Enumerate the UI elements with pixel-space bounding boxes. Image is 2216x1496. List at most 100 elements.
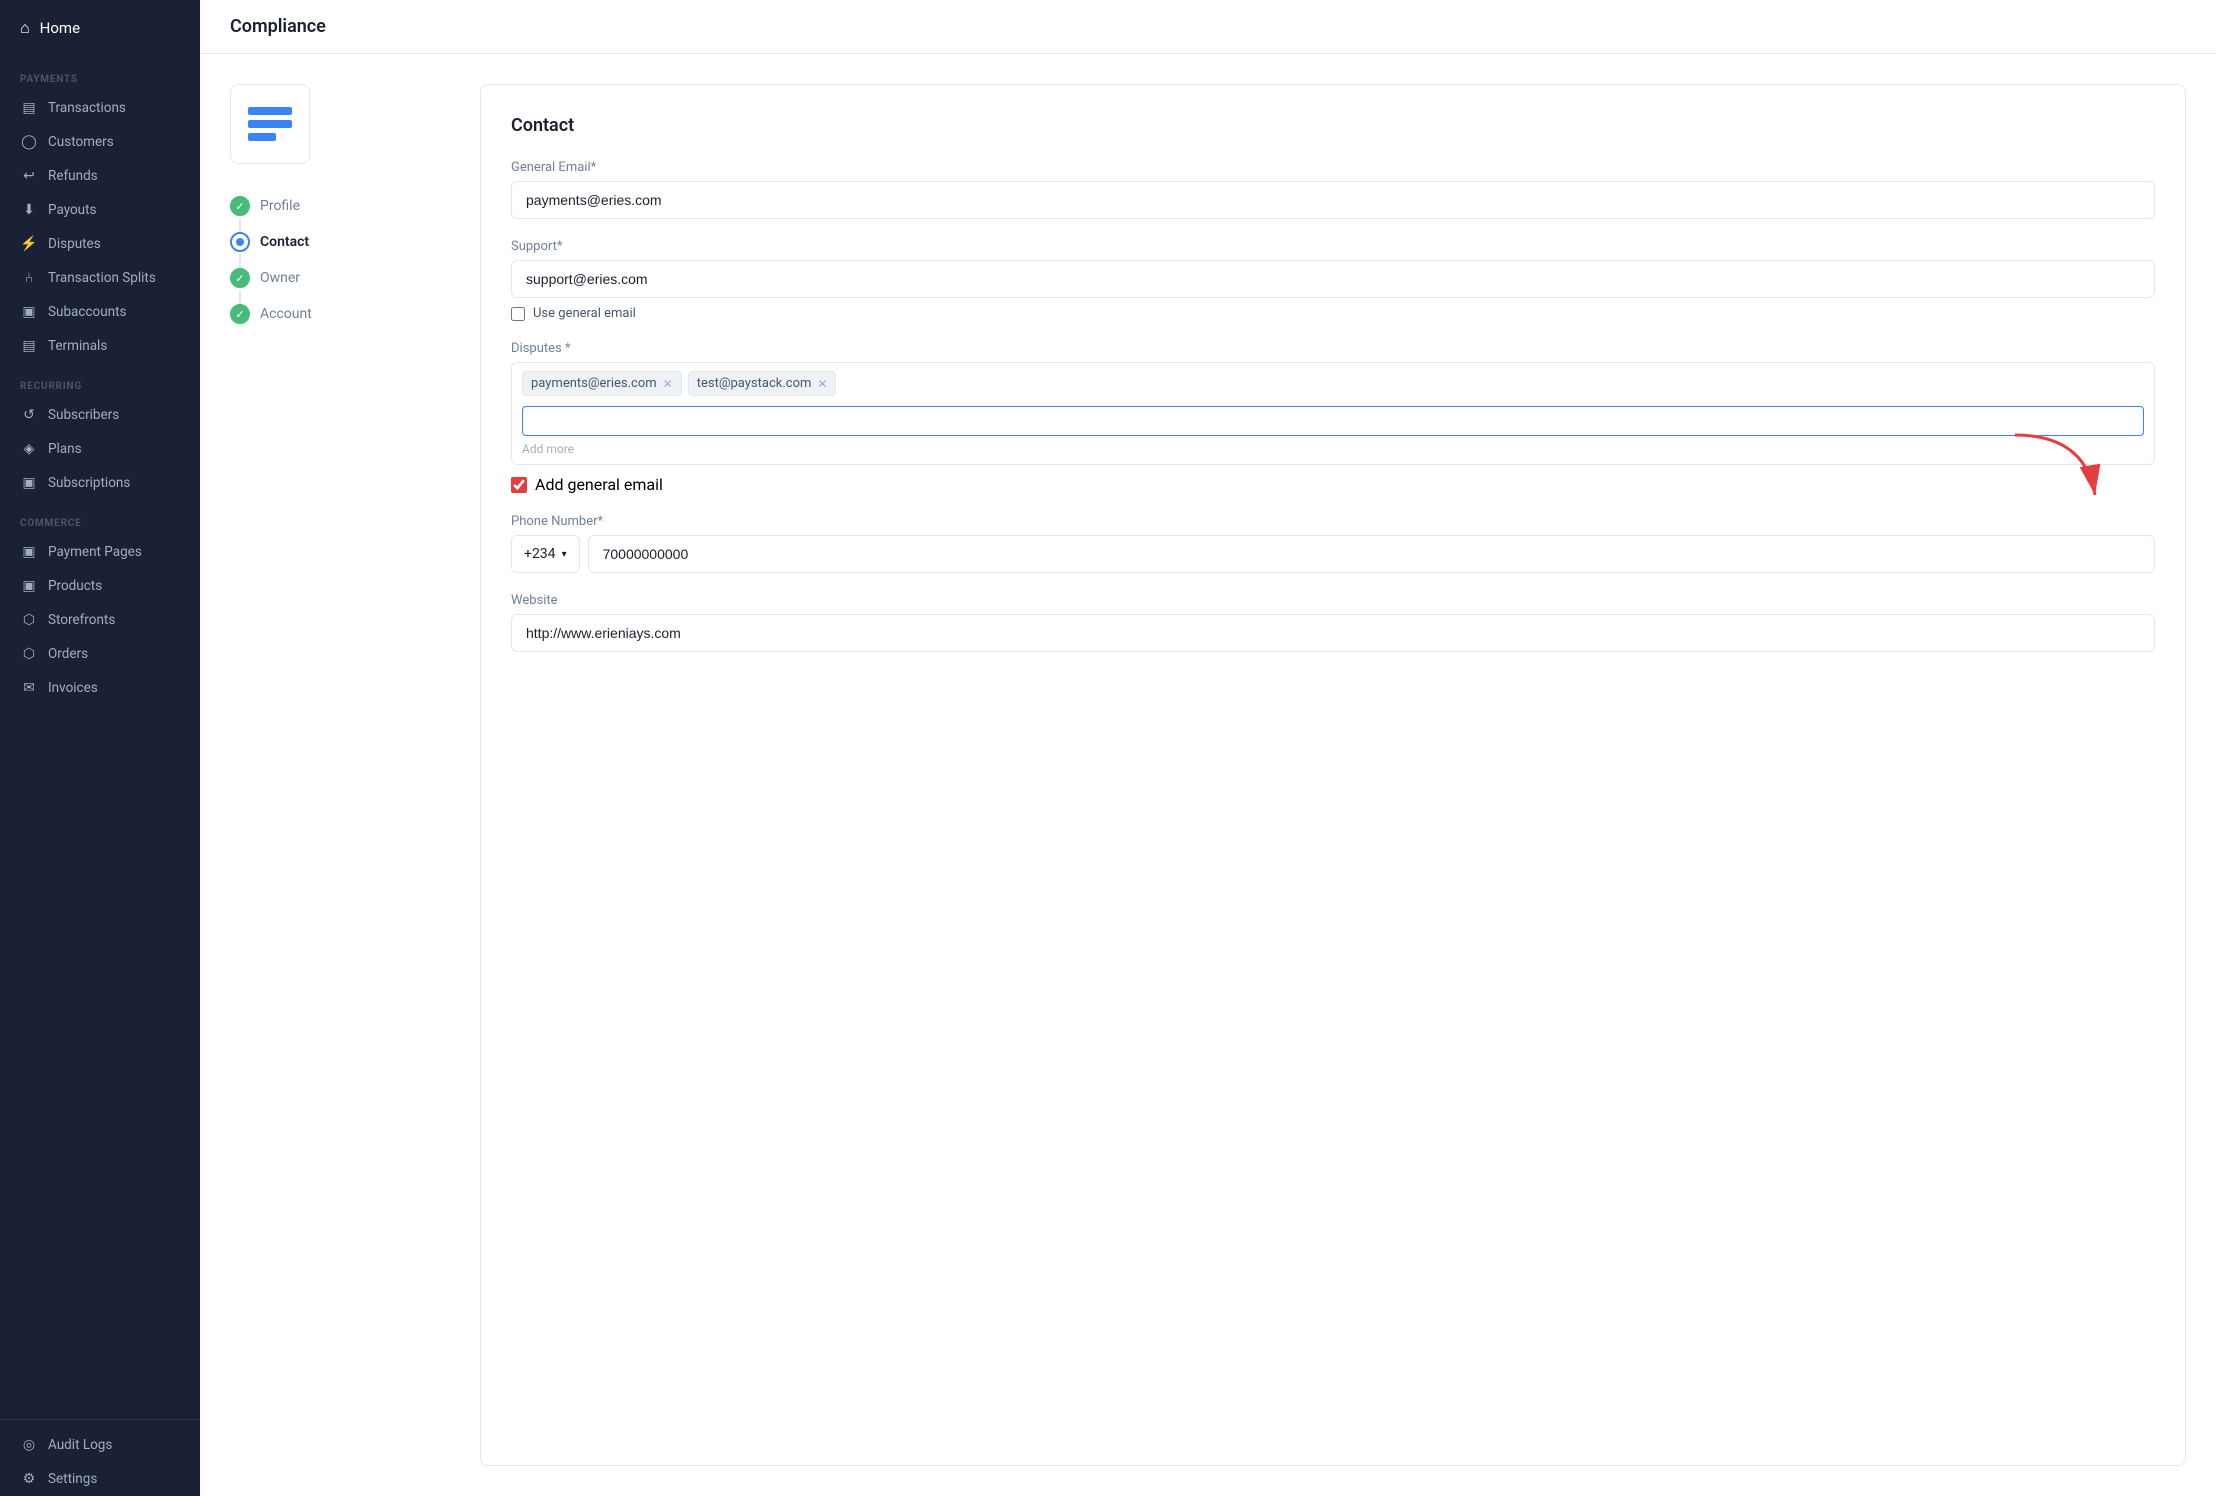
sidebar-item-subscribers[interactable]: ↺ Subscribers bbox=[0, 398, 200, 432]
sidebar-item-disputes[interactable]: ⚡ Disputes bbox=[0, 227, 200, 261]
recurring-section-label: RECURRING bbox=[0, 363, 200, 398]
website-group: Website bbox=[511, 593, 2155, 652]
subscriptions-icon: ▣ bbox=[20, 475, 38, 491]
add-general-email-checkbox[interactable] bbox=[511, 477, 527, 493]
sidebar-item-subaccounts[interactable]: ▣ Subaccounts bbox=[0, 295, 200, 329]
use-general-email-checkbox[interactable] bbox=[511, 307, 525, 321]
tags-row: payments@eries.com ✕ test@paystack.com ✕ bbox=[522, 371, 2144, 396]
phone-row: +234 ▾ bbox=[511, 535, 2155, 573]
website-label: Website bbox=[511, 593, 2155, 608]
home-label: Home bbox=[40, 19, 80, 37]
sidebar-item-label: Transaction Splits bbox=[48, 270, 156, 286]
refunds-icon: ↩ bbox=[20, 168, 38, 184]
page-title: Compliance bbox=[230, 16, 2186, 37]
tag-1-remove[interactable]: ✕ bbox=[817, 377, 827, 391]
sidebar-item-label: Terminals bbox=[48, 338, 107, 354]
sidebar-item-payment-pages[interactable]: ▣ Payment Pages bbox=[0, 535, 200, 569]
sidebar-item-terminals[interactable]: ▤ Terminals bbox=[0, 329, 200, 363]
disputes-group: Disputes * payments@eries.com ✕ test@pay… bbox=[511, 341, 2155, 494]
step-contact-circle bbox=[230, 232, 250, 252]
step-account[interactable]: ✓ Account bbox=[230, 296, 450, 332]
support-input[interactable] bbox=[511, 260, 2155, 298]
plans-icon: ◈ bbox=[20, 441, 38, 457]
sidebar-item-customers[interactable]: ◯ Customers bbox=[0, 125, 200, 159]
disputes-new-email-input[interactable] bbox=[522, 406, 2144, 436]
payments-section-label: PAYMENTS bbox=[0, 56, 200, 91]
step-profile[interactable]: ✓ Profile bbox=[230, 188, 450, 224]
phone-country-select[interactable]: +234 ▾ bbox=[511, 535, 580, 573]
sidebar-item-label: Disputes bbox=[48, 236, 101, 252]
step-profile-circle: ✓ bbox=[230, 196, 250, 216]
step-account-circle: ✓ bbox=[230, 304, 250, 324]
step-owner[interactable]: ✓ Owner bbox=[230, 260, 450, 296]
customers-icon: ◯ bbox=[20, 134, 38, 150]
home-nav[interactable]: ⌂ Home bbox=[0, 0, 200, 56]
step-profile-label: Profile bbox=[260, 198, 300, 214]
sidebar-item-label: Settings bbox=[48, 1471, 97, 1487]
steps-panel: ✓ Profile Contact ✓ Owner ✓ Account bbox=[230, 84, 450, 1466]
step-contact[interactable]: Contact bbox=[230, 224, 450, 260]
form-title: Contact bbox=[511, 115, 2155, 136]
sidebar-item-orders[interactable]: ⬡ Orders bbox=[0, 637, 200, 671]
phone-country-code: +234 bbox=[524, 546, 556, 562]
commerce-section-label: COMMERCE bbox=[0, 500, 200, 535]
sidebar: ⌂ Home PAYMENTS ▤ Transactions ◯ Custome… bbox=[0, 0, 200, 1496]
sidebar-item-transaction-splits[interactable]: ⑃ Transaction Splits bbox=[0, 261, 200, 295]
sidebar-item-refunds[interactable]: ↩ Refunds bbox=[0, 159, 200, 193]
sidebar-item-storefronts[interactable]: ⬡ Storefronts bbox=[0, 603, 200, 637]
add-general-email-row: Add general email bbox=[511, 475, 2155, 494]
tag-0-text: payments@eries.com bbox=[531, 376, 657, 391]
tag-0-remove[interactable]: ✕ bbox=[663, 377, 673, 391]
tag-1: test@paystack.com ✕ bbox=[688, 371, 837, 396]
settings-icon: ⚙ bbox=[20, 1471, 38, 1487]
payment-pages-icon: ▣ bbox=[20, 544, 38, 560]
sidebar-item-label: Customers bbox=[48, 134, 114, 150]
disputes-icon: ⚡ bbox=[20, 236, 38, 252]
logo-bar-1 bbox=[248, 107, 292, 115]
sidebar-item-label: Payment Pages bbox=[48, 544, 142, 560]
logo-bar-2 bbox=[248, 120, 292, 128]
sidebar-bottom: ◎ Audit Logs ⚙ Settings bbox=[0, 1419, 200, 1496]
sidebar-item-label: Storefronts bbox=[48, 612, 115, 628]
sidebar-item-transactions[interactable]: ▤ Transactions bbox=[0, 91, 200, 125]
form-panel: Contact General Email* Support* Use gene… bbox=[480, 84, 2186, 1466]
general-email-label: General Email* bbox=[511, 160, 2155, 175]
logo-bar-3 bbox=[248, 133, 276, 141]
sidebar-item-plans[interactable]: ◈ Plans bbox=[0, 432, 200, 466]
payouts-icon: ⬇ bbox=[20, 202, 38, 218]
step-owner-label: Owner bbox=[260, 270, 300, 286]
use-general-email-label: Use general email bbox=[533, 306, 636, 321]
tag-1-text: test@paystack.com bbox=[697, 376, 812, 391]
support-group: Support* Use general email bbox=[511, 239, 2155, 321]
phone-number-input[interactable] bbox=[588, 535, 2155, 573]
step-account-label: Account bbox=[260, 306, 312, 322]
website-input[interactable] bbox=[511, 614, 2155, 652]
general-email-input[interactable] bbox=[511, 181, 2155, 219]
products-icon: ▣ bbox=[20, 578, 38, 594]
sidebar-item-subscriptions[interactable]: ▣ Subscriptions bbox=[0, 466, 200, 500]
orders-icon: ⬡ bbox=[20, 646, 38, 662]
disputes-tags-container: payments@eries.com ✕ test@paystack.com ✕… bbox=[511, 362, 2155, 465]
sidebar-item-products[interactable]: ▣ Products bbox=[0, 569, 200, 603]
general-email-group: General Email* bbox=[511, 160, 2155, 219]
invoices-icon: ✉ bbox=[20, 680, 38, 696]
step-contact-label: Contact bbox=[260, 234, 309, 250]
subaccounts-icon: ▣ bbox=[20, 304, 38, 320]
step-owner-circle: ✓ bbox=[230, 268, 250, 288]
sidebar-item-payouts[interactable]: ⬇ Payouts bbox=[0, 193, 200, 227]
audit-logs-icon: ◎ bbox=[20, 1437, 38, 1453]
sidebar-item-invoices[interactable]: ✉ Invoices bbox=[0, 671, 200, 705]
main-content: Compliance ✓ Profile Contact bbox=[200, 0, 2216, 1496]
sidebar-item-label: Subscribers bbox=[48, 407, 119, 423]
sidebar-item-label: Plans bbox=[48, 441, 82, 457]
sidebar-item-label: Payouts bbox=[48, 202, 97, 218]
sidebar-item-label: Refunds bbox=[48, 168, 98, 184]
company-logo bbox=[230, 84, 310, 164]
sidebar-item-audit-logs[interactable]: ◎ Audit Logs bbox=[0, 1428, 200, 1462]
home-icon: ⌂ bbox=[20, 18, 30, 38]
payments-section: PAYMENTS ▤ Transactions ◯ Customers ↩ Re… bbox=[0, 56, 200, 363]
sidebar-item-label: Products bbox=[48, 578, 102, 594]
sidebar-item-settings[interactable]: ⚙ Settings bbox=[0, 1462, 200, 1496]
phone-label: Phone Number* bbox=[511, 514, 2155, 529]
sidebar-item-label: Orders bbox=[48, 646, 88, 662]
